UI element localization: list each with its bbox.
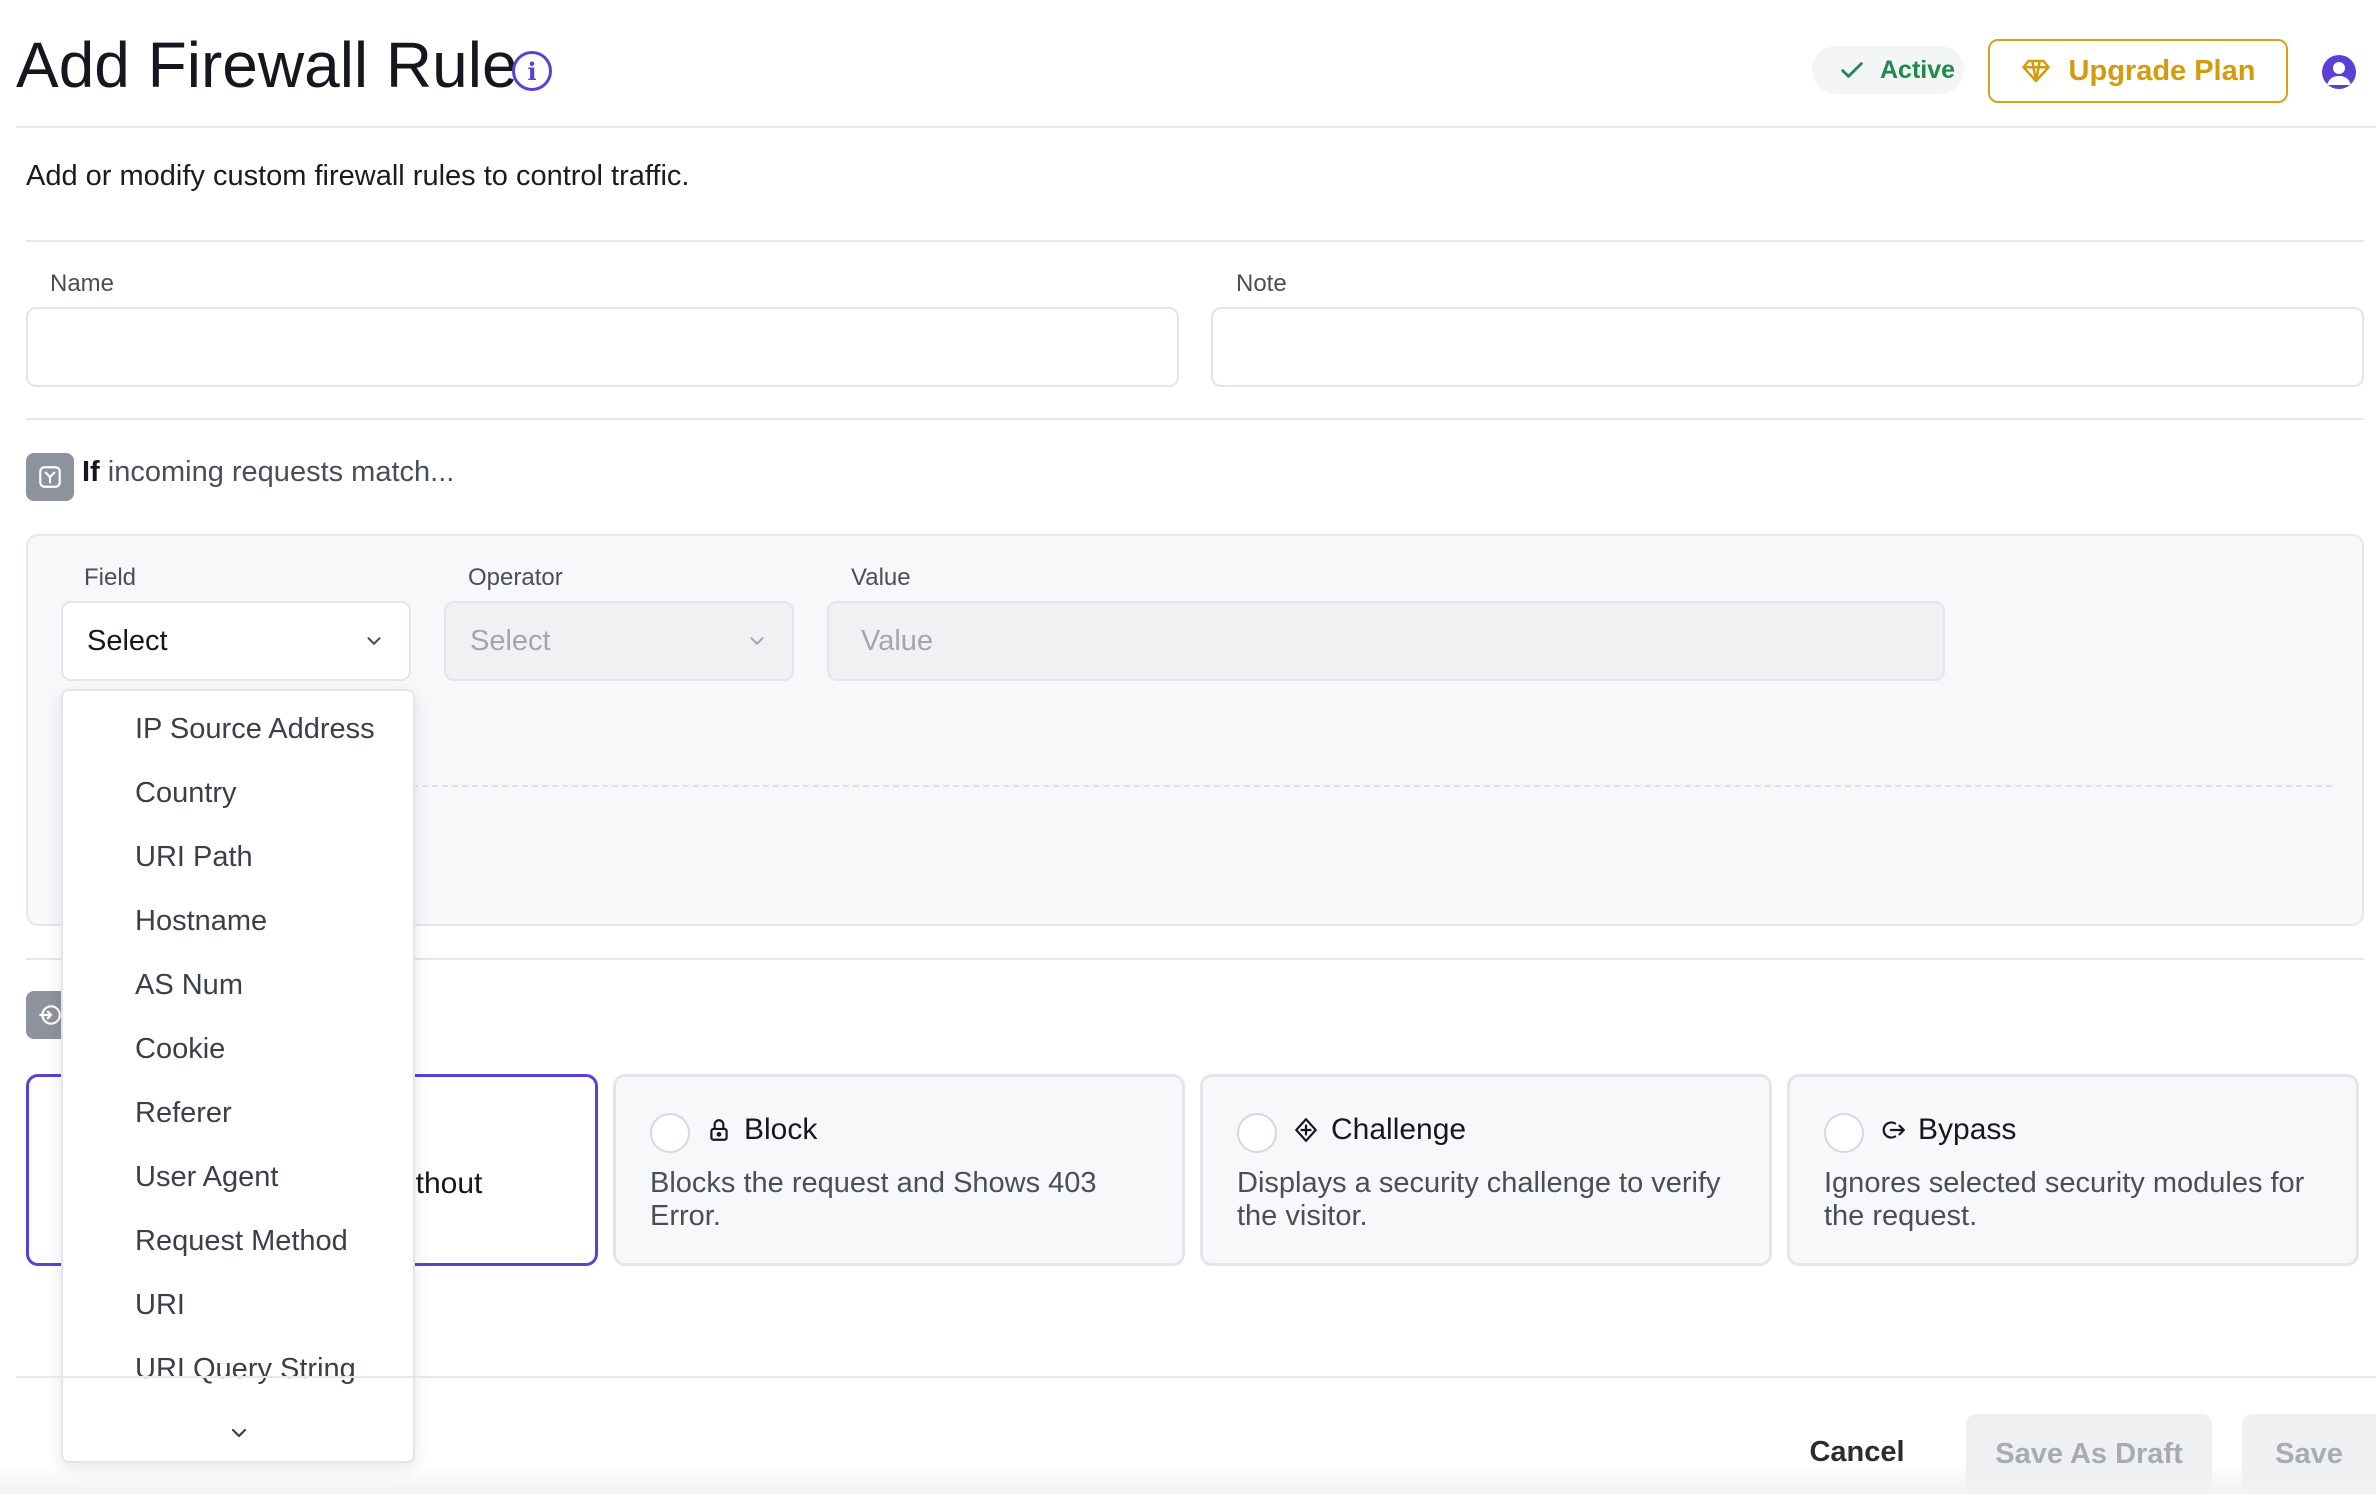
bottom-shade [0, 1464, 2376, 1494]
name-label: Name [50, 270, 115, 297]
dropdown-option[interactable]: Country [135, 777, 237, 810]
field-dropdown-menu: IP Source Address Country URI Path Hostn… [61, 689, 415, 1463]
value-input[interactable]: Value [827, 601, 1945, 681]
field-select[interactable]: Select [61, 601, 411, 681]
radio-button[interactable] [650, 1113, 690, 1153]
value-placeholder: Value [861, 624, 934, 657]
action-title: Bypass [1918, 1113, 2017, 1146]
dropdown-option[interactable]: Request Method [135, 1225, 348, 1258]
dropdown-option[interactable]: Cookie [135, 1033, 225, 1066]
scroll-more-chevron-icon[interactable] [227, 1421, 251, 1445]
page-title: Add Firewall Rule [16, 29, 518, 101]
check-icon [1841, 62, 1863, 78]
condition-icon [26, 453, 74, 501]
dropdown-option[interactable]: Hostname [135, 905, 267, 938]
bypass-icon [1882, 1121, 1905, 1139]
action-description: Blocks the request and Shows 403 Error. [650, 1167, 1097, 1232]
note-input[interactable] [1211, 307, 2364, 387]
challenge-icon [1295, 1118, 1317, 1142]
radio-button[interactable] [1237, 1113, 1277, 1153]
upgrade-plan-button[interactable]: Upgrade Plan [1988, 39, 2288, 103]
name-input[interactable] [26, 307, 1179, 387]
section-divider [26, 418, 2364, 420]
operator-label: Operator [468, 564, 563, 591]
status-label: Active [1880, 55, 1956, 84]
footer-divider [16, 1376, 2376, 1378]
field-select-value: Select [87, 624, 168, 657]
action-description: Ignores selected security modules for th… [1824, 1167, 2305, 1232]
dropdown-option[interactable]: URI Query String [135, 1353, 356, 1386]
status-badge: Active [1812, 46, 1964, 94]
dashed-separator [412, 785, 2332, 787]
user-avatar-icon[interactable] [2322, 55, 2356, 89]
action-card-bypass[interactable]: Bypass Ignores selected security modules… [1787, 1074, 2359, 1266]
operator-select[interactable]: Select [444, 601, 794, 681]
condition-heading-rest: incoming requests match... [107, 456, 455, 488]
section-divider [26, 240, 2364, 242]
lock-icon [710, 1119, 728, 1141]
radio-button[interactable] [1824, 1113, 1864, 1153]
page-description: Add or modify custom firewall rules to c… [26, 160, 690, 192]
value-label: Value [851, 564, 911, 591]
dropdown-option[interactable]: IP Source Address [135, 713, 375, 746]
action-card-desc: ithout [409, 1167, 483, 1200]
dropdown-option[interactable]: User Agent [135, 1161, 278, 1194]
diamond-icon [2021, 59, 2050, 83]
dropdown-option[interactable]: URI [135, 1289, 185, 1322]
operator-select-value: Select [470, 624, 551, 657]
action-description: Displays a security challenge to verify … [1237, 1167, 1721, 1232]
condition-heading-if: If [82, 456, 100, 488]
dropdown-option[interactable]: Referer [135, 1097, 232, 1130]
chevron-down-icon [367, 637, 381, 645]
field-label: Field [84, 564, 137, 591]
note-label: Note [1236, 270, 1287, 297]
chevron-down-icon [750, 637, 764, 645]
action-title: Challenge [1331, 1113, 1467, 1146]
upgrade-plan-label: Upgrade Plan [2068, 54, 2256, 87]
condition-heading: If incoming requests match... [82, 456, 454, 489]
dropdown-option[interactable]: AS Num [135, 969, 243, 1002]
info-icon[interactable]: i [512, 51, 552, 91]
header-divider [16, 126, 2376, 128]
action-title: Block [744, 1113, 818, 1146]
action-card-challenge[interactable]: Challenge Displays a security challenge … [1200, 1074, 1772, 1266]
action-card-block[interactable]: Block Blocks the request and Shows 403 E… [613, 1074, 1185, 1266]
dropdown-option[interactable]: URI Path [135, 841, 253, 874]
